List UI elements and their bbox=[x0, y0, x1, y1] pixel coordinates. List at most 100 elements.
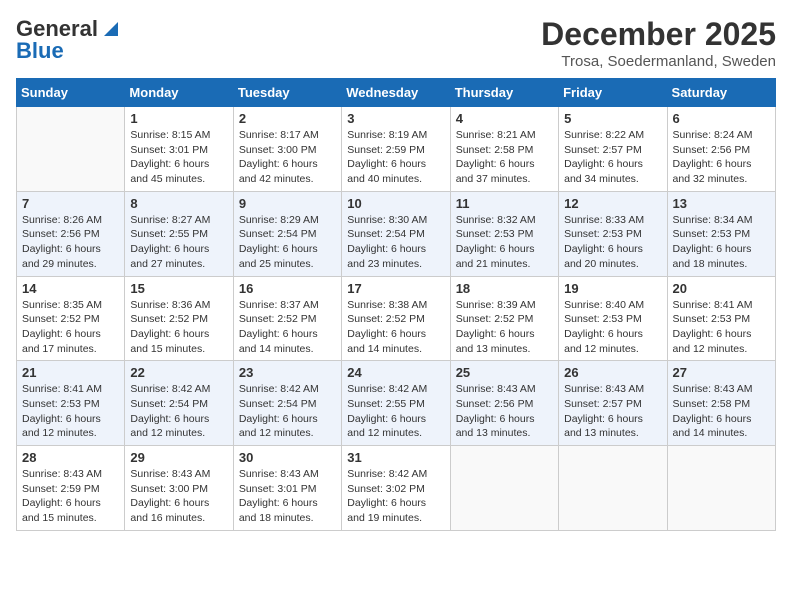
day-number: 16 bbox=[239, 281, 336, 296]
calendar-cell: 9 Sunrise: 8:29 AM Sunset: 2:54 PM Daylig… bbox=[233, 191, 341, 276]
day-info: Sunrise: 8:22 AM Sunset: 2:57 PM Dayligh… bbox=[564, 128, 661, 187]
day-number: 23 bbox=[239, 365, 336, 380]
calendar-cell: 26 Sunrise: 8:43 AM Sunset: 2:57 PM Dayli… bbox=[559, 361, 667, 446]
day-number: 8 bbox=[130, 196, 227, 211]
day-number: 3 bbox=[347, 111, 444, 126]
logo: General Blue bbox=[16, 16, 122, 64]
day-number: 14 bbox=[22, 281, 119, 296]
calendar-week-row: 21 Sunrise: 8:41 AM Sunset: 2:53 PM Dayli… bbox=[17, 361, 776, 446]
day-number: 11 bbox=[456, 196, 553, 211]
day-info: Sunrise: 8:15 AM Sunset: 3:01 PM Dayligh… bbox=[130, 128, 227, 187]
day-info: Sunrise: 8:43 AM Sunset: 3:01 PM Dayligh… bbox=[239, 467, 336, 526]
day-number: 27 bbox=[673, 365, 770, 380]
calendar-cell: 5 Sunrise: 8:22 AM Sunset: 2:57 PM Daylig… bbox=[559, 107, 667, 192]
day-info: Sunrise: 8:42 AM Sunset: 2:54 PM Dayligh… bbox=[130, 382, 227, 441]
calendar-cell: 14Sunrise: 8:35 AM Sunset: 2:52 PM Dayli… bbox=[17, 276, 125, 361]
day-info: Sunrise: 8:34 AM Sunset: 2:53 PM Dayligh… bbox=[673, 213, 770, 272]
day-number: 28 bbox=[22, 450, 119, 465]
day-info: Sunrise: 8:29 AM Sunset: 2:54 PM Dayligh… bbox=[239, 213, 336, 272]
calendar-cell: 3 Sunrise: 8:19 AM Sunset: 2:59 PM Daylig… bbox=[342, 107, 450, 192]
day-info: Sunrise: 8:42 AM Sunset: 3:02 PM Dayligh… bbox=[347, 467, 444, 526]
calendar-cell: 4 Sunrise: 8:21 AM Sunset: 2:58 PM Daylig… bbox=[450, 107, 558, 192]
calendar-cell: 22 Sunrise: 8:42 AM Sunset: 2:54 PM Dayli… bbox=[125, 361, 233, 446]
calendar-cell: 1 Sunrise: 8:15 AM Sunset: 3:01 PM Daylig… bbox=[125, 107, 233, 192]
day-info: Sunrise: 8:37 AM Sunset: 2:52 PM Dayligh… bbox=[239, 298, 336, 357]
page-header: General Blue December 2025 Trosa, Soeder… bbox=[16, 16, 776, 70]
calendar-header-row: SundayMondayTuesdayWednesdayThursdayFrid… bbox=[17, 79, 776, 107]
calendar-cell bbox=[17, 107, 125, 192]
calendar-cell bbox=[450, 446, 558, 531]
calendar-cell: 24 Sunrise: 8:42 AM Sunset: 2:55 PM Dayli… bbox=[342, 361, 450, 446]
day-info: Sunrise: 8:43 AM Sunset: 2:57 PM Dayligh… bbox=[564, 382, 661, 441]
calendar-cell bbox=[559, 446, 667, 531]
month-title: December 2025 bbox=[541, 16, 776, 53]
day-number: 7 bbox=[22, 196, 119, 211]
day-info: Sunrise: 8:36 AM Sunset: 2:52 PM Dayligh… bbox=[130, 298, 227, 357]
calendar-cell: 8Sunrise: 8:27 AM Sunset: 2:55 PM Daylig… bbox=[125, 191, 233, 276]
calendar-cell: 11 Sunrise: 8:32 AM Sunset: 2:53 PM Dayli… bbox=[450, 191, 558, 276]
calendar-cell: 7 Sunrise: 8:26 AM Sunset: 2:56 PM Daylig… bbox=[17, 191, 125, 276]
day-number: 4 bbox=[456, 111, 553, 126]
header-saturday: Saturday bbox=[667, 79, 775, 107]
logo-triangle-icon bbox=[100, 18, 122, 40]
header-tuesday: Tuesday bbox=[233, 79, 341, 107]
day-number: 24 bbox=[347, 365, 444, 380]
calendar-week-row: 14Sunrise: 8:35 AM Sunset: 2:52 PM Dayli… bbox=[17, 276, 776, 361]
day-number: 9 bbox=[239, 196, 336, 211]
day-number: 5 bbox=[564, 111, 661, 126]
day-info: Sunrise: 8:42 AM Sunset: 2:55 PM Dayligh… bbox=[347, 382, 444, 441]
day-info: Sunrise: 8:41 AM Sunset: 2:53 PM Dayligh… bbox=[673, 298, 770, 357]
day-number: 22 bbox=[130, 365, 227, 380]
day-number: 10 bbox=[347, 196, 444, 211]
calendar-cell: 19 Sunrise: 8:40 AM Sunset: 2:53 PM Dayli… bbox=[559, 276, 667, 361]
day-number: 31 bbox=[347, 450, 444, 465]
day-info: Sunrise: 8:39 AM Sunset: 2:52 PM Dayligh… bbox=[456, 298, 553, 357]
day-info: Sunrise: 8:43 AM Sunset: 2:56 PM Dayligh… bbox=[456, 382, 553, 441]
calendar-cell: 21 Sunrise: 8:41 AM Sunset: 2:53 PM Dayli… bbox=[17, 361, 125, 446]
day-info: Sunrise: 8:40 AM Sunset: 2:53 PM Dayligh… bbox=[564, 298, 661, 357]
calendar-cell: 23 Sunrise: 8:42 AM Sunset: 2:54 PM Dayli… bbox=[233, 361, 341, 446]
day-info: Sunrise: 8:17 AM Sunset: 3:00 PM Dayligh… bbox=[239, 128, 336, 187]
day-number: 21 bbox=[22, 365, 119, 380]
day-info: Sunrise: 8:43 AM Sunset: 3:00 PM Dayligh… bbox=[130, 467, 227, 526]
calendar-cell: 2 Sunrise: 8:17 AM Sunset: 3:00 PM Daylig… bbox=[233, 107, 341, 192]
header-friday: Friday bbox=[559, 79, 667, 107]
calendar-cell: 13 Sunrise: 8:34 AM Sunset: 2:53 PM Dayli… bbox=[667, 191, 775, 276]
calendar-cell: 29Sunrise: 8:43 AM Sunset: 3:00 PM Dayli… bbox=[125, 446, 233, 531]
calendar-table: SundayMondayTuesdayWednesdayThursdayFrid… bbox=[16, 78, 776, 531]
day-info: Sunrise: 8:21 AM Sunset: 2:58 PM Dayligh… bbox=[456, 128, 553, 187]
day-number: 30 bbox=[239, 450, 336, 465]
day-info: Sunrise: 8:26 AM Sunset: 2:56 PM Dayligh… bbox=[22, 213, 119, 272]
day-number: 12 bbox=[564, 196, 661, 211]
calendar-cell: 27Sunrise: 8:43 AM Sunset: 2:58 PM Dayli… bbox=[667, 361, 775, 446]
calendar-week-row: 1 Sunrise: 8:15 AM Sunset: 3:01 PM Daylig… bbox=[17, 107, 776, 192]
day-number: 1 bbox=[130, 111, 227, 126]
header-sunday: Sunday bbox=[17, 79, 125, 107]
day-number: 2 bbox=[239, 111, 336, 126]
calendar-cell: 18 Sunrise: 8:39 AM Sunset: 2:52 PM Dayli… bbox=[450, 276, 558, 361]
calendar-cell: 25Sunrise: 8:43 AM Sunset: 2:56 PM Dayli… bbox=[450, 361, 558, 446]
calendar-week-row: 28 Sunrise: 8:43 AM Sunset: 2:59 PM Dayli… bbox=[17, 446, 776, 531]
calendar-cell: 16 Sunrise: 8:37 AM Sunset: 2:52 PM Dayli… bbox=[233, 276, 341, 361]
calendar-week-row: 7 Sunrise: 8:26 AM Sunset: 2:56 PM Daylig… bbox=[17, 191, 776, 276]
calendar-cell: 15 Sunrise: 8:36 AM Sunset: 2:52 PM Dayli… bbox=[125, 276, 233, 361]
day-info: Sunrise: 8:30 AM Sunset: 2:54 PM Dayligh… bbox=[347, 213, 444, 272]
day-info: Sunrise: 8:19 AM Sunset: 2:59 PM Dayligh… bbox=[347, 128, 444, 187]
calendar-cell: 31 Sunrise: 8:42 AM Sunset: 3:02 PM Dayli… bbox=[342, 446, 450, 531]
day-number: 18 bbox=[456, 281, 553, 296]
day-info: Sunrise: 8:43 AM Sunset: 2:59 PM Dayligh… bbox=[22, 467, 119, 526]
day-info: Sunrise: 8:32 AM Sunset: 2:53 PM Dayligh… bbox=[456, 213, 553, 272]
calendar-cell: 12Sunrise: 8:33 AM Sunset: 2:53 PM Dayli… bbox=[559, 191, 667, 276]
day-info: Sunrise: 8:24 AM Sunset: 2:56 PM Dayligh… bbox=[673, 128, 770, 187]
day-info: Sunrise: 8:42 AM Sunset: 2:54 PM Dayligh… bbox=[239, 382, 336, 441]
calendar-cell bbox=[667, 446, 775, 531]
day-number: 13 bbox=[673, 196, 770, 211]
calendar-cell: 6Sunrise: 8:24 AM Sunset: 2:56 PM Daylig… bbox=[667, 107, 775, 192]
day-number: 15 bbox=[130, 281, 227, 296]
calendar-cell: 20Sunrise: 8:41 AM Sunset: 2:53 PM Dayli… bbox=[667, 276, 775, 361]
logo-blue: Blue bbox=[16, 38, 64, 64]
day-info: Sunrise: 8:41 AM Sunset: 2:53 PM Dayligh… bbox=[22, 382, 119, 441]
day-number: 19 bbox=[564, 281, 661, 296]
calendar-cell: 28 Sunrise: 8:43 AM Sunset: 2:59 PM Dayli… bbox=[17, 446, 125, 531]
day-number: 26 bbox=[564, 365, 661, 380]
